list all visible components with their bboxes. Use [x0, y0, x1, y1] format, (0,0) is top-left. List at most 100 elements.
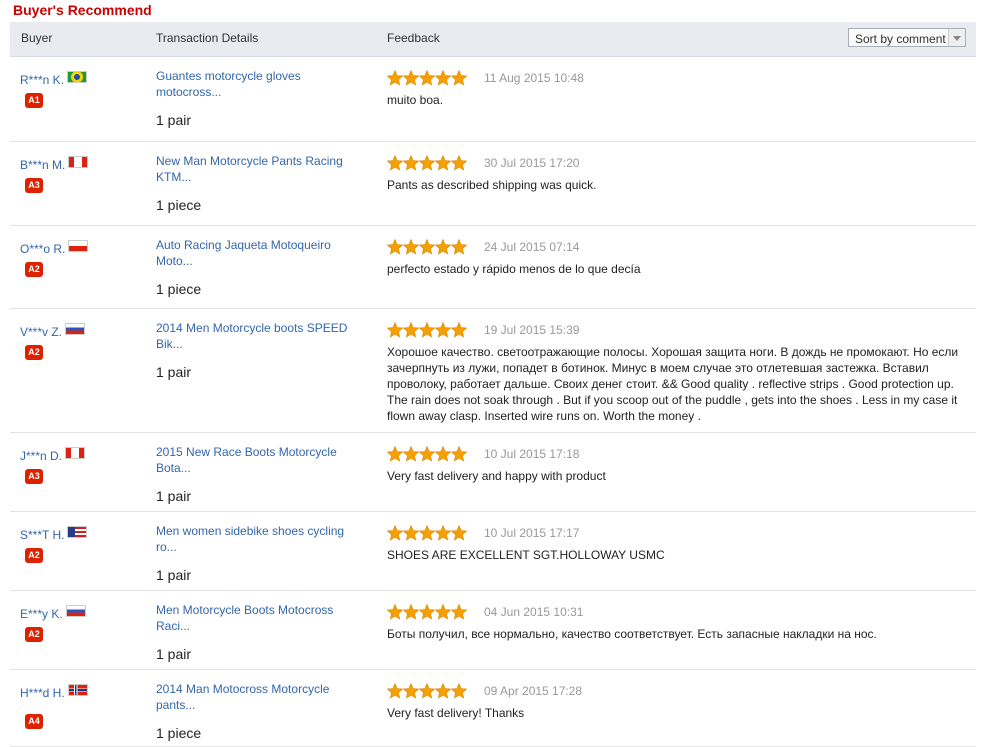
- product-link[interactable]: Auto Racing Jaqueta Motoqueiro Moto...: [156, 237, 366, 269]
- buyer-name-link[interactable]: S***T H.: [20, 526, 88, 542]
- star-icon: [434, 322, 452, 338]
- product-title-line2[interactable]: KTM...: [156, 170, 191, 184]
- buyer-level-badge: A2: [25, 627, 43, 642]
- buyer-level-badge: A4: [25, 714, 43, 729]
- chevron-down-icon[interactable]: [948, 29, 965, 46]
- star-icon: [387, 683, 404, 699]
- buyer-name[interactable]: V***v Z.: [20, 325, 62, 339]
- buyer-name-link[interactable]: J***n D.: [20, 447, 86, 463]
- product-title-line2[interactable]: Bota...: [156, 461, 191, 475]
- feedback-date: 30 Jul 2015 17:20: [484, 156, 580, 170]
- russia-flag-icon: [65, 323, 86, 335]
- star-rating: [387, 155, 467, 171]
- product-link[interactable]: 2014 Men Motorcycle boots SPEED Bik...: [156, 320, 366, 352]
- review-row: O***o R. A2 Auto Racing Jaqueta Motoqueiro…: [10, 226, 976, 309]
- product-link[interactable]: Men Motorcycle Boots Motocross Raci...: [156, 602, 366, 634]
- star-icon: [402, 155, 420, 171]
- buyer-level-badge: A2: [25, 262, 43, 277]
- star-icon: [450, 525, 467, 541]
- star-icon: [387, 155, 404, 171]
- product-title-line1[interactable]: Men women sidebike shoes cycling: [156, 524, 344, 538]
- buyer-name-link[interactable]: V***v Z.: [20, 323, 86, 339]
- star-icon: [402, 322, 420, 338]
- buyer-name-link[interactable]: O***o R.: [20, 240, 89, 256]
- star-icon: [402, 683, 420, 699]
- product-link[interactable]: New Man Motorcycle Pants Racing KTM...: [156, 153, 366, 185]
- feedback-date: 11 Aug 2015 10:48: [484, 71, 584, 85]
- feedback-comment: Very fast delivery! Thanks: [387, 706, 525, 720]
- product-title-line2[interactable]: pants...: [156, 698, 195, 712]
- buyer-name[interactable]: J***n D.: [20, 449, 62, 463]
- star-icon: [402, 70, 420, 86]
- star-rating: [387, 239, 467, 255]
- star-rating: [387, 683, 467, 699]
- product-title-line1[interactable]: 2014 Men Motorcycle boots SPEED: [156, 321, 347, 335]
- buyer-name[interactable]: R***n K.: [20, 73, 64, 87]
- star-icon: [387, 239, 404, 255]
- canada-flag-icon: [65, 447, 86, 459]
- sort-dropdown[interactable]: Sort by comment: [848, 28, 966, 47]
- column-header-feedback: Feedback: [387, 31, 440, 45]
- buyer-name-link[interactable]: H***d H.: [20, 684, 88, 700]
- feedback-date: 19 Jul 2015 15:39: [484, 323, 580, 337]
- buyer-name[interactable]: H***d H.: [20, 686, 65, 700]
- product-title-line1[interactable]: 2015 New Race Boots Motorcycle: [156, 445, 337, 459]
- buyer-name-link[interactable]: E***y K.: [20, 605, 86, 621]
- star-icon: [418, 155, 436, 171]
- star-icon: [450, 446, 467, 462]
- buyer-name-link[interactable]: B***n M.: [20, 156, 89, 172]
- star-icon: [450, 322, 467, 338]
- buyer-name[interactable]: B***n M.: [20, 158, 65, 172]
- product-title-line1[interactable]: Guantes motorcycle gloves: [156, 69, 301, 83]
- product-link[interactable]: Guantes motorcycle gloves motocross...: [156, 68, 366, 100]
- product-link[interactable]: 2014 Man Motocross Motorcycle pants...: [156, 681, 366, 713]
- feedback-comment: perfecto estado y rápido menos de lo que…: [387, 262, 641, 276]
- product-title-line1[interactable]: Auto Racing Jaqueta Motoqueiro: [156, 238, 331, 252]
- star-icon: [387, 525, 404, 541]
- buyer-level-badge: A1: [25, 93, 43, 108]
- sort-dropdown-label: Sort by comment: [855, 32, 946, 46]
- star-icon: [450, 683, 467, 699]
- star-icon: [387, 604, 404, 620]
- feedback-comment: Pants as described shipping was quick.: [387, 178, 597, 192]
- star-icon: [450, 604, 467, 620]
- product-title-line2[interactable]: motocross...: [156, 85, 221, 99]
- product-link[interactable]: 2015 New Race Boots Motorcycle Bota...: [156, 444, 366, 476]
- feedback-table: Buyer Transaction Details Feedback Sort …: [10, 22, 976, 747]
- product-title-line2[interactable]: Raci...: [156, 619, 190, 633]
- star-icon: [450, 155, 467, 171]
- feedback-date: 04 Jun 2015 10:31: [484, 605, 584, 619]
- buyer-name[interactable]: O***o R.: [20, 242, 65, 256]
- buyer-name[interactable]: S***T H.: [20, 528, 64, 542]
- star-icon: [387, 446, 404, 462]
- star-rating: [387, 446, 467, 462]
- quantity: 1 pair: [156, 646, 192, 662]
- feedback-date: 09 Apr 2015 17:28: [484, 684, 583, 698]
- feedback-comment: Very fast delivery and happy with produc…: [387, 469, 606, 483]
- product-title-line1[interactable]: 2014 Man Motocross Motorcycle: [156, 682, 329, 696]
- star-icon: [434, 446, 452, 462]
- product-link[interactable]: Men women sidebike shoes cycling ro...: [156, 523, 366, 555]
- quantity: 1 pair: [156, 488, 192, 504]
- review-row: S***T H. A2 Men women sidebike shoes cycli…: [10, 512, 976, 591]
- quantity: 1 pair: [156, 567, 192, 583]
- star-icon: [402, 446, 420, 462]
- product-title-line1[interactable]: New Man Motorcycle Pants Racing: [156, 154, 343, 168]
- star-icon: [387, 322, 404, 338]
- product-title-line2[interactable]: ro...: [156, 540, 177, 554]
- russia-flag-icon: [65, 605, 86, 617]
- product-title-line2[interactable]: Moto...: [156, 254, 193, 268]
- product-title-line1[interactable]: Men Motorcycle Boots Motocross: [156, 603, 333, 617]
- chile-flag-icon: [68, 240, 89, 252]
- buyer-name[interactable]: E***y K.: [20, 607, 63, 621]
- section-title: Buyer's Recommend: [13, 2, 152, 18]
- buyer-name-link[interactable]: R***n K.: [20, 71, 88, 87]
- column-header-buyer: Buyer: [21, 31, 53, 45]
- star-icon: [402, 604, 420, 620]
- quantity: 1 pair: [156, 364, 192, 380]
- feedback-comment: SHOES ARE EXCELLENT SGT.HOLLOWAY USMC: [387, 548, 665, 562]
- star-rating: [387, 525, 467, 541]
- star-rating: [387, 604, 467, 620]
- product-title-line2[interactable]: Bik...: [156, 337, 183, 351]
- feedback-comment: muito boa.: [387, 93, 444, 107]
